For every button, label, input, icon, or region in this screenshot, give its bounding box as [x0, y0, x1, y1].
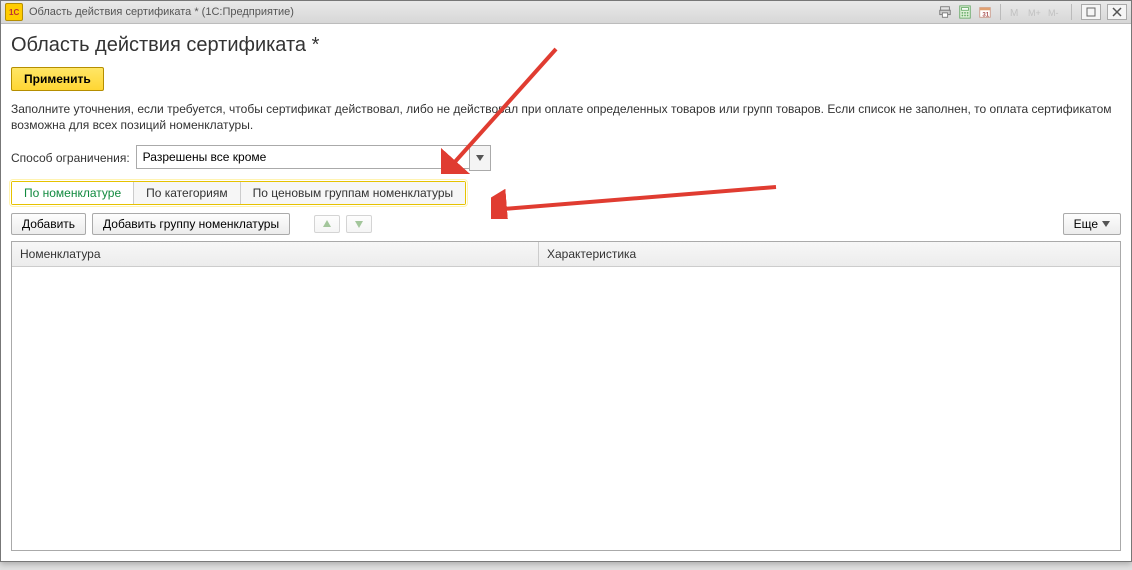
- chevron-down-icon: [1102, 220, 1110, 228]
- calendar-icon[interactable]: 31: [977, 4, 993, 20]
- tab-by-nomenclature[interactable]: По номенклатуре: [12, 182, 134, 204]
- tabs-row: По номенклатуре По категориям По ценовым…: [11, 181, 466, 205]
- m-plus-icon[interactable]: M+: [1028, 4, 1044, 20]
- close-button[interactable]: [1107, 4, 1127, 20]
- table-body[interactable]: [12, 267, 1120, 550]
- svg-text:31: 31: [982, 11, 989, 18]
- tab-by-categories[interactable]: По категориям: [134, 182, 241, 204]
- apply-button[interactable]: Применить: [11, 67, 104, 91]
- svg-text:M+: M+: [1028, 8, 1041, 18]
- toolbar: Добавить Добавить группу номенклатуры Ещ…: [11, 213, 1121, 235]
- window-title: Область действия сертификата * (1С:Предп…: [29, 6, 294, 18]
- chevron-down-icon[interactable]: [469, 145, 491, 171]
- column-nomenclature[interactable]: Номенклатура: [12, 242, 539, 266]
- page-title: Область действия сертификата *: [11, 34, 1121, 57]
- restriction-label: Способ ограничения:: [11, 151, 130, 165]
- table-header: Номенклатура Характеристика: [12, 242, 1120, 267]
- titlebar: 1С Область действия сертификата * (1С:Пр…: [1, 1, 1131, 24]
- move-down-button[interactable]: [346, 215, 372, 233]
- tab-by-price-groups[interactable]: По ценовым группам номенклатуры: [241, 182, 466, 204]
- move-up-button[interactable]: [314, 215, 340, 233]
- more-button-label: Еще: [1074, 217, 1098, 231]
- add-button[interactable]: Добавить: [11, 213, 86, 235]
- print-icon[interactable]: [937, 4, 953, 20]
- m-minus-icon[interactable]: M-: [1048, 4, 1064, 20]
- column-characteristic[interactable]: Характеристика: [539, 242, 1120, 266]
- add-group-button[interactable]: Добавить группу номенклатуры: [92, 213, 290, 235]
- svg-text:M-: M-: [1048, 8, 1059, 18]
- restriction-select[interactable]: [136, 145, 469, 169]
- table: Номенклатура Характеристика: [11, 241, 1121, 551]
- svg-text:M: M: [1010, 8, 1018, 19]
- svg-text:1С: 1С: [9, 8, 19, 17]
- app-logo-1c: 1С: [5, 3, 23, 21]
- maximize-button[interactable]: [1081, 4, 1101, 20]
- description-text: Заполните уточнения, если требуется, что…: [11, 101, 1121, 133]
- more-button[interactable]: Еще: [1063, 213, 1121, 235]
- m-action-1-icon[interactable]: M: [1008, 4, 1024, 20]
- calculator-icon[interactable]: [957, 4, 973, 20]
